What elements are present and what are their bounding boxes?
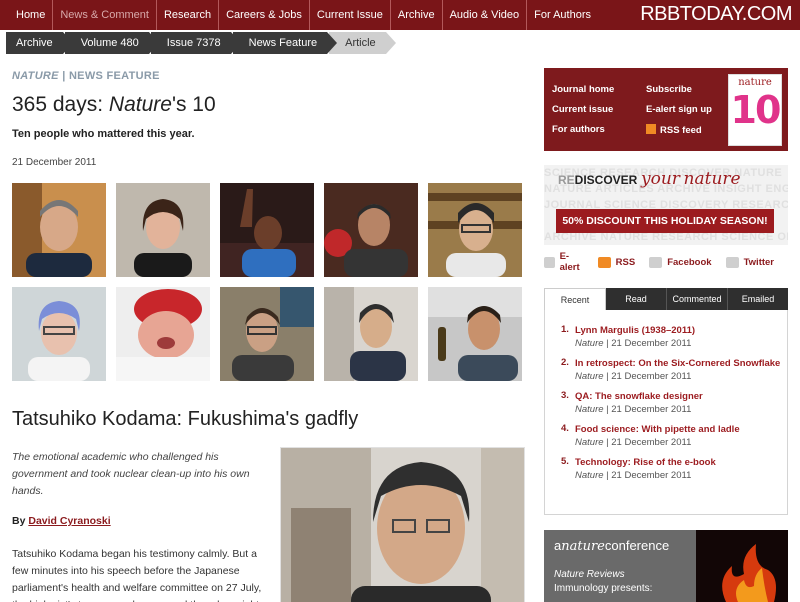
nav-careers-jobs[interactable]: Careers & Jobs — [219, 0, 310, 30]
byline: By David Cyranoski — [12, 515, 111, 527]
top-navigation: Home News & Comment Research Careers & J… — [0, 0, 800, 30]
popular-tabs: Recent Read Commented Emailed — [544, 288, 788, 310]
rss-icon — [646, 124, 656, 134]
tab-emailed[interactable]: Emailed — [728, 288, 788, 310]
journal-promo: Journal home Current issue For authors S… — [544, 68, 788, 151]
nav-current-issue[interactable]: Current Issue — [310, 0, 391, 30]
site-watermark: RBBTODAY.COM — [640, 3, 792, 25]
recent-article-meta: Nature | 21 December 2011 — [575, 437, 692, 448]
person-thumbnail[interactable] — [116, 183, 210, 277]
conference-subtitle: Nature Reviews Immunology presents: — [554, 569, 653, 594]
share-ealert[interactable]: E-alert — [544, 251, 584, 273]
discount-button[interactable]: 50% DISCOUNT THIS HOLIDAY SEASON! — [556, 209, 774, 233]
section-separator: | — [62, 70, 66, 82]
list-item: 2. In retrospect: On the Six-Cornered Sn… — [561, 357, 781, 382]
rediscover-title: REDISCOVER your nature — [558, 169, 741, 189]
section-journal: NATURE — [12, 70, 59, 82]
ealert-signup-link[interactable]: E-alert sign up — [646, 104, 712, 115]
recent-article-link[interactable]: Food science: With pipette and ladle — [575, 423, 781, 436]
recent-articles: 1. Lynn Margulis (1938–2011) Nature | 21… — [544, 310, 788, 515]
publish-date: 21 December 2011 — [12, 157, 97, 168]
breadcrumb: Archive Volume 480 Issue 7378 News Featu… — [6, 32, 396, 54]
fire-image — [696, 530, 788, 602]
list-item: 3. QA: The snowflake designer Nature | 2… — [561, 390, 781, 416]
envelope-icon — [544, 256, 555, 268]
cover-brand: nature — [738, 77, 772, 88]
nav-news-comment[interactable]: News & Comment — [53, 0, 157, 30]
section-type: NEWS FEATURE — [68, 70, 160, 82]
nav-archive[interactable]: Archive — [391, 0, 443, 30]
cover-number: 10 — [730, 88, 781, 132]
list-item: 1. Lynn Margulis (1938–2011) Nature | 21… — [561, 324, 781, 350]
person-thumbnail[interactable] — [220, 287, 314, 381]
article-subhead: Tatsuhiko Kodama: Fukushima's gadfly — [12, 408, 359, 430]
nav-home[interactable]: Home — [0, 0, 54, 30]
facebook-icon — [649, 256, 663, 268]
person-thumbnail[interactable] — [324, 183, 418, 277]
list-item: 5. Technology: Rise of the e-book Nature… — [561, 456, 781, 482]
recent-article-meta: Nature | 21 December 2011 — [575, 371, 692, 382]
person-thumbnail[interactable] — [12, 183, 106, 277]
recent-article-link[interactable]: In retrospect: On the Six-Cornered Snowf… — [575, 357, 781, 370]
byline-prefix: By — [12, 515, 26, 527]
tab-read[interactable]: Read — [606, 288, 667, 310]
share-facebook[interactable]: Facebook — [649, 252, 712, 272]
person-thumbnail[interactable] — [116, 287, 210, 381]
rss-icon — [597, 256, 611, 268]
breadcrumb-issue[interactable]: Issue 7378 — [150, 32, 241, 54]
journal-home-link[interactable]: Journal home — [552, 84, 614, 95]
magazine-cover[interactable]: nature 10 — [728, 74, 782, 146]
standfirst: Ten people who mattered this year. — [12, 128, 195, 140]
nav-research[interactable]: Research — [157, 0, 220, 30]
share-twitter[interactable]: Twitter — [725, 252, 774, 272]
rss-feed-link[interactable]: RSS feed — [646, 124, 702, 136]
person-thumbnail[interactable] — [428, 287, 522, 381]
person-thumbnail[interactable] — [220, 183, 314, 277]
breadcrumb-article: Article — [329, 32, 396, 54]
share-bar: E-alert RSS Facebook Twitter — [544, 251, 788, 273]
share-rss[interactable]: RSS — [597, 252, 635, 272]
author-link[interactable]: David Cyranoski — [28, 515, 110, 527]
current-issue-link[interactable]: Current issue — [552, 104, 613, 115]
for-authors-link[interactable]: For authors — [552, 124, 605, 135]
twitter-icon — [725, 256, 739, 268]
nav-for-authors[interactable]: For Authors — [527, 0, 598, 30]
subscribe-link[interactable]: Subscribe — [646, 84, 692, 95]
page-title: 365 days: Nature's 10 — [12, 93, 216, 116]
breadcrumb-archive[interactable]: Archive — [6, 32, 73, 54]
person-thumbnail[interactable] — [12, 287, 106, 381]
recent-article-meta: Nature | 21 December 2011 — [575, 338, 692, 349]
recent-article-meta: Nature | 21 December 2011 — [575, 404, 692, 415]
recent-article-link[interactable]: Technology: Rise of the e-book — [575, 456, 781, 469]
tab-commented[interactable]: Commented — [667, 288, 728, 310]
tab-recent[interactable]: Recent — [544, 288, 606, 310]
feature-portrait — [280, 447, 525, 602]
section-label: NATURE | NEWS FEATURE — [12, 70, 160, 82]
recent-article-link[interactable]: Lynn Margulis (1938–2011) — [575, 324, 781, 337]
conference-brand: anatureconference — [554, 538, 670, 554]
conference-ad[interactable]: anatureconference Nature Reviews Immunolo… — [544, 530, 788, 602]
breadcrumb-news-feature[interactable]: News Feature — [232, 32, 338, 54]
recent-article-link[interactable]: QA: The snowflake designer — [575, 390, 781, 403]
person-thumbnail[interactable] — [428, 183, 522, 277]
person-thumbnail[interactable] — [324, 287, 418, 381]
article-body: Tatsuhiko Kodama began his testimony cal… — [12, 548, 262, 602]
recent-article-meta: Nature | 21 December 2011 — [575, 470, 692, 481]
article-intro: The emotional academic who challenged hi… — [12, 451, 250, 497]
list-item: 4. Food science: With pipette and ladle … — [561, 423, 781, 449]
breadcrumb-volume[interactable]: Volume 480 — [64, 32, 159, 54]
nav-audio-video[interactable]: Audio & Video — [443, 0, 528, 30]
rediscover-banner[interactable]: SCIENCE RESEARCH DISCOVER NATURE NATURE … — [544, 165, 788, 245]
